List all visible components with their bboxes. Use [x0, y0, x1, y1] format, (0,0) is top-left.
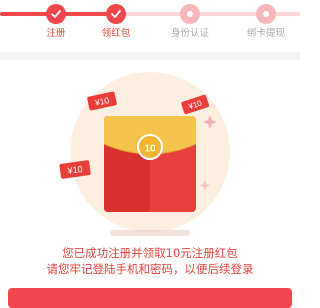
section-divider: [0, 52, 300, 60]
step-1-node: [46, 4, 66, 24]
step-2-node: [106, 4, 126, 24]
primary-action-button[interactable]: [8, 288, 292, 308]
step-progress-bar: 注册 领红包 身份认证 绑卡提现: [0, 0, 300, 52]
step-3-node: [180, 4, 200, 24]
circle-dot-icon: [187, 11, 193, 17]
step-1-label: 注册: [46, 28, 66, 39]
red-envelope-icon: 10: [103, 116, 197, 212]
step-2-label: 领红包: [101, 28, 131, 39]
step-3-label: 身份认证: [170, 28, 209, 39]
progress-header: 注册 领红包 身份认证 绑卡提现: [0, 0, 300, 52]
step-4-label: 绑卡提现: [246, 28, 285, 39]
step-4-node: [256, 4, 276, 24]
envelope-shadow: [110, 230, 190, 236]
success-message-line-2: 请您牢记登陆手机和密码，以便后续登录: [46, 262, 254, 276]
check-icon: [51, 10, 61, 18]
success-message-line-1: 您已成功注册并领取10元注册红包: [62, 246, 238, 260]
check-icon: [111, 10, 121, 18]
circle-dot-icon: [263, 11, 269, 17]
red-envelope-illustration: 10 ¥10 ¥10 ¥10: [59, 72, 230, 236]
coin-value: 10: [144, 144, 156, 155]
